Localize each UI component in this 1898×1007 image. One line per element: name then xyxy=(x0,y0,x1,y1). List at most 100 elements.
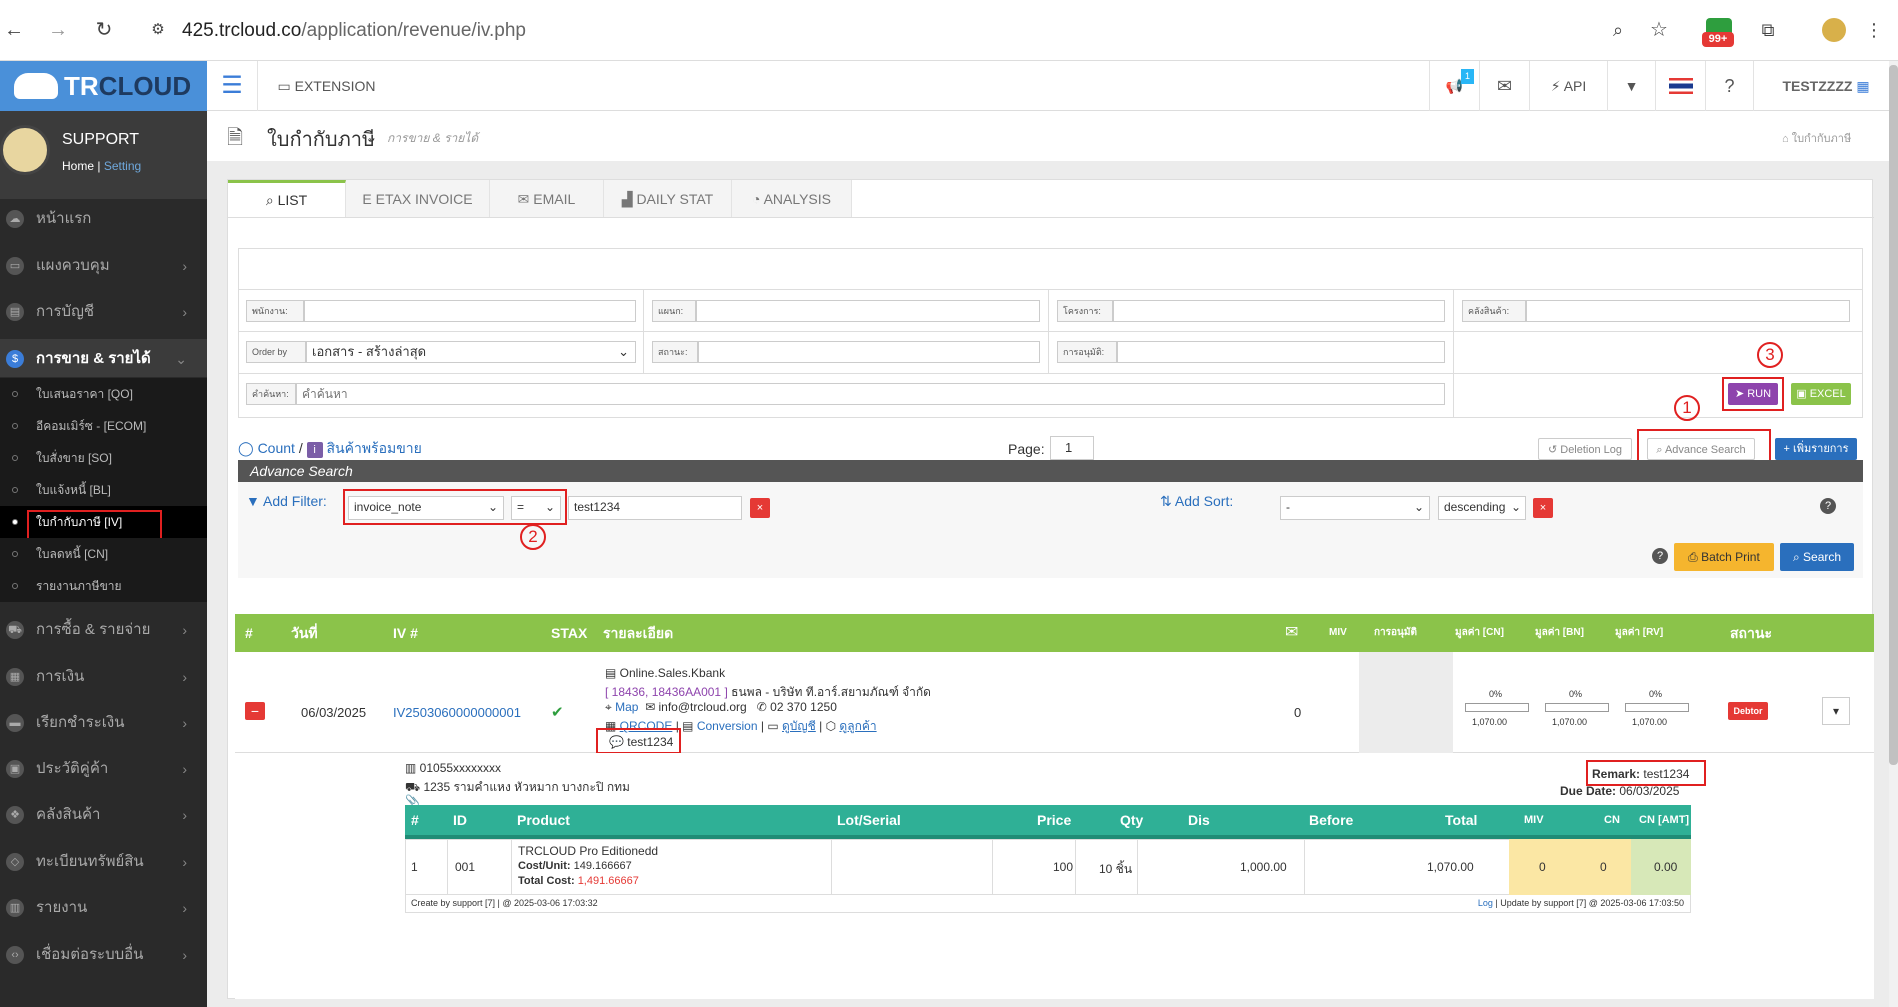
caret-down-icon[interactable]: ▼ xyxy=(1607,61,1655,111)
col-iv[interactable]: IV # xyxy=(393,614,418,652)
plug-icon: ⚡ xyxy=(1550,78,1564,94)
forward-icon[interactable]: → xyxy=(46,18,70,42)
employee-input[interactable] xyxy=(304,300,636,322)
brand-logo[interactable]: TRCLOUD xyxy=(0,61,207,111)
avatar[interactable] xyxy=(0,125,50,175)
sidebar-item-dashboard[interactable]: ▭ แผงควบคุม › xyxy=(0,246,207,286)
api-button[interactable]: ⚡ API xyxy=(1529,61,1607,111)
reload-icon[interactable]: ↻ xyxy=(92,18,116,42)
created-by: Create by support [7] | @ 2025-03-06 17:… xyxy=(411,898,598,908)
submenu-item-qo[interactable]: ใบเสนอราคา [QO] xyxy=(0,378,207,410)
brand-cloud: CLOUD xyxy=(98,71,192,101)
col-date[interactable]: วันที่ xyxy=(291,614,318,652)
collapse-row-button[interactable]: − xyxy=(245,702,265,720)
submenu-item-ecom[interactable]: อีคอมเมิร์ซ - [ECOM] xyxy=(0,410,207,442)
add-sort-label: ⇅ Add Sort: xyxy=(1160,493,1233,510)
profile-icon[interactable] xyxy=(1822,18,1846,42)
excel-button[interactable]: ▣ EXCEL xyxy=(1791,383,1851,405)
approval-cell xyxy=(1359,652,1453,753)
orderby-select[interactable]: เอกสาร - สร้างล่าสุด ⌄ xyxy=(306,341,636,363)
warehouse-input[interactable] xyxy=(1526,300,1850,322)
language-switcher[interactable] xyxy=(1655,61,1705,111)
help-icon[interactable]: ? xyxy=(1705,61,1753,111)
view-account-link[interactable]: ดูบัญชี xyxy=(782,719,816,733)
sort-direction-select[interactable]: descending ⌄ xyxy=(1438,496,1526,520)
item-before: 1,000.00 xyxy=(1240,860,1287,874)
home-icon[interactable]: ⌂ xyxy=(1782,133,1792,145)
conversion-link[interactable]: Conversion xyxy=(697,719,758,733)
table-icon: ▤ xyxy=(682,719,697,733)
hamburger-menu-icon[interactable]: ☰ xyxy=(207,61,257,111)
submenu-item-so[interactable]: ใบสั่งขาย [SO] xyxy=(0,442,207,474)
url-domain: 425.trcloud.co xyxy=(182,20,302,41)
sidebar-item-home[interactable]: ☁ หน้าแรก xyxy=(0,199,207,239)
sidebar-item-integrations[interactable]: ‹› เชื่อมต่อระบบอื่น › xyxy=(0,935,207,975)
bullet-icon xyxy=(12,551,18,557)
zoom-icon[interactable]: ⌕ xyxy=(1606,18,1630,42)
tab-list[interactable]: ⌕ LIST xyxy=(228,180,346,218)
rv-amount: 1,070.00 xyxy=(1632,717,1668,727)
sidebar-item-warehouse[interactable]: ❖ คลังสินค้า › xyxy=(0,795,207,835)
page-number-input[interactable]: 1 xyxy=(1050,436,1094,460)
app-topbar: ☰ ▭ EXTENSION 📢 1 ✉ ⚡ API ▼ ? TESTZZZZ ▦ xyxy=(207,61,1898,111)
remove-filter-button[interactable]: × xyxy=(750,498,770,518)
row-actions-dropdown[interactable]: ▾ xyxy=(1822,697,1850,725)
submenu-label: ใบแจ้งหนี้ [BL] xyxy=(36,483,111,497)
item-cn: 0 xyxy=(1600,860,1607,874)
project-input[interactable] xyxy=(1113,300,1445,322)
sort-field-select[interactable]: - ⌄ xyxy=(1280,496,1430,520)
log-link[interactable]: Log xyxy=(1478,898,1493,908)
breadcrumb-item[interactable]: ใบกำกับภาษี xyxy=(1792,133,1852,145)
sidebar-item-label: รายงาน xyxy=(36,899,88,916)
ready-stock-link[interactable]: สินค้าพร้อมขาย xyxy=(326,440,421,456)
department-input[interactable] xyxy=(696,300,1040,322)
setting-link[interactable]: Setting xyxy=(104,159,141,173)
count-link[interactable]: Count xyxy=(258,440,295,456)
sidebar-item-accounting[interactable]: ▤ การบัญชี › xyxy=(0,292,207,332)
tab-analysis[interactable]: ◔ ANALYSIS xyxy=(732,180,852,218)
sidebar-item-purchase[interactable]: ⛟ การซื้อ & รายจ่าย › xyxy=(0,610,207,650)
row-iv-link[interactable]: IV2503060000000001 xyxy=(393,705,521,720)
extension-button[interactable]: ▭ EXTENSION xyxy=(257,61,395,111)
site-settings-icon[interactable]: ⚙ xyxy=(146,18,170,42)
sidebar-item-assets[interactable]: ◇ ทะเบียนทรัพย์สิน › xyxy=(0,842,207,882)
batch-print-button[interactable]: ⎙ Batch Print xyxy=(1674,543,1774,571)
tab-daily-stat[interactable]: ▟ DAILY STAT xyxy=(604,180,732,218)
extensions-puzzle-icon[interactable]: ⧉ xyxy=(1756,18,1780,42)
customer-codes[interactable]: [ 18436, 18436AA001 ] xyxy=(605,685,728,699)
filter-value-input[interactable]: test1234 xyxy=(568,496,742,520)
submenu-item-cn[interactable]: ใบลดหนี้ [CN] xyxy=(0,538,207,570)
browser-menu-icon[interactable]: ⋮ xyxy=(1862,18,1886,42)
view-customer-link[interactable]: ดูลูกค้า xyxy=(839,719,876,733)
back-icon[interactable]: ← xyxy=(2,18,26,42)
deletion-log-button[interactable]: ↺ Deletion Log xyxy=(1538,438,1632,460)
map-link[interactable]: Map xyxy=(615,700,638,714)
help-icon[interactable]: ? xyxy=(1652,548,1668,564)
approval-input[interactable] xyxy=(1117,341,1445,363)
search-button[interactable]: ⌕ Search xyxy=(1780,543,1854,571)
keyword-input[interactable] xyxy=(296,383,1445,405)
row-contact: ⌖ Map ✉ info@trcloud.org ✆ 02 370 1250 xyxy=(605,700,837,715)
tab-etax-invoice[interactable]: E ETAX INVOICE xyxy=(346,180,490,218)
submenu-item-bl[interactable]: ใบแจ้งหนี้ [BL] xyxy=(0,474,207,506)
item-col-dis: Dis xyxy=(1188,812,1210,828)
scrollbar[interactable] xyxy=(1889,61,1898,1007)
submenu-item-tax-report[interactable]: รายงานภาษีขาย xyxy=(0,570,207,602)
tab-email[interactable]: ✉ EMAIL xyxy=(490,180,604,218)
home-link[interactable]: Home xyxy=(62,159,94,173)
add-item-button[interactable]: + เพิ่มรายการ xyxy=(1775,438,1857,460)
address-bar[interactable]: 425.trcloud.co/application/revenue/iv.ph… xyxy=(182,16,1612,46)
sidebar-item-reports[interactable]: ▥ รายงาน › xyxy=(0,888,207,928)
sidebar-item-finance[interactable]: ▦ การเงิน › xyxy=(0,657,207,697)
sidebar-item-billing[interactable]: ▬ เรียกชำระเงิน › xyxy=(0,703,207,743)
sidebar-item-partners[interactable]: ▣ ประวัติคู่ค้า › xyxy=(0,749,207,789)
company-account[interactable]: TESTZZZZ ▦ xyxy=(1753,61,1898,111)
status-input[interactable] xyxy=(698,341,1040,363)
mail-icon[interactable]: ✉ xyxy=(1479,61,1529,111)
remove-sort-button[interactable]: × xyxy=(1533,498,1553,518)
mail-icon: ✉ xyxy=(517,191,534,207)
scrollbar-thumb[interactable] xyxy=(1889,65,1898,765)
bookmark-star-icon[interactable]: ☆ xyxy=(1647,18,1671,42)
sidebar-item-sales[interactable]: $ การขาย & รายได้ ⌄ xyxy=(0,339,207,377)
help-icon[interactable]: ? xyxy=(1820,498,1836,514)
